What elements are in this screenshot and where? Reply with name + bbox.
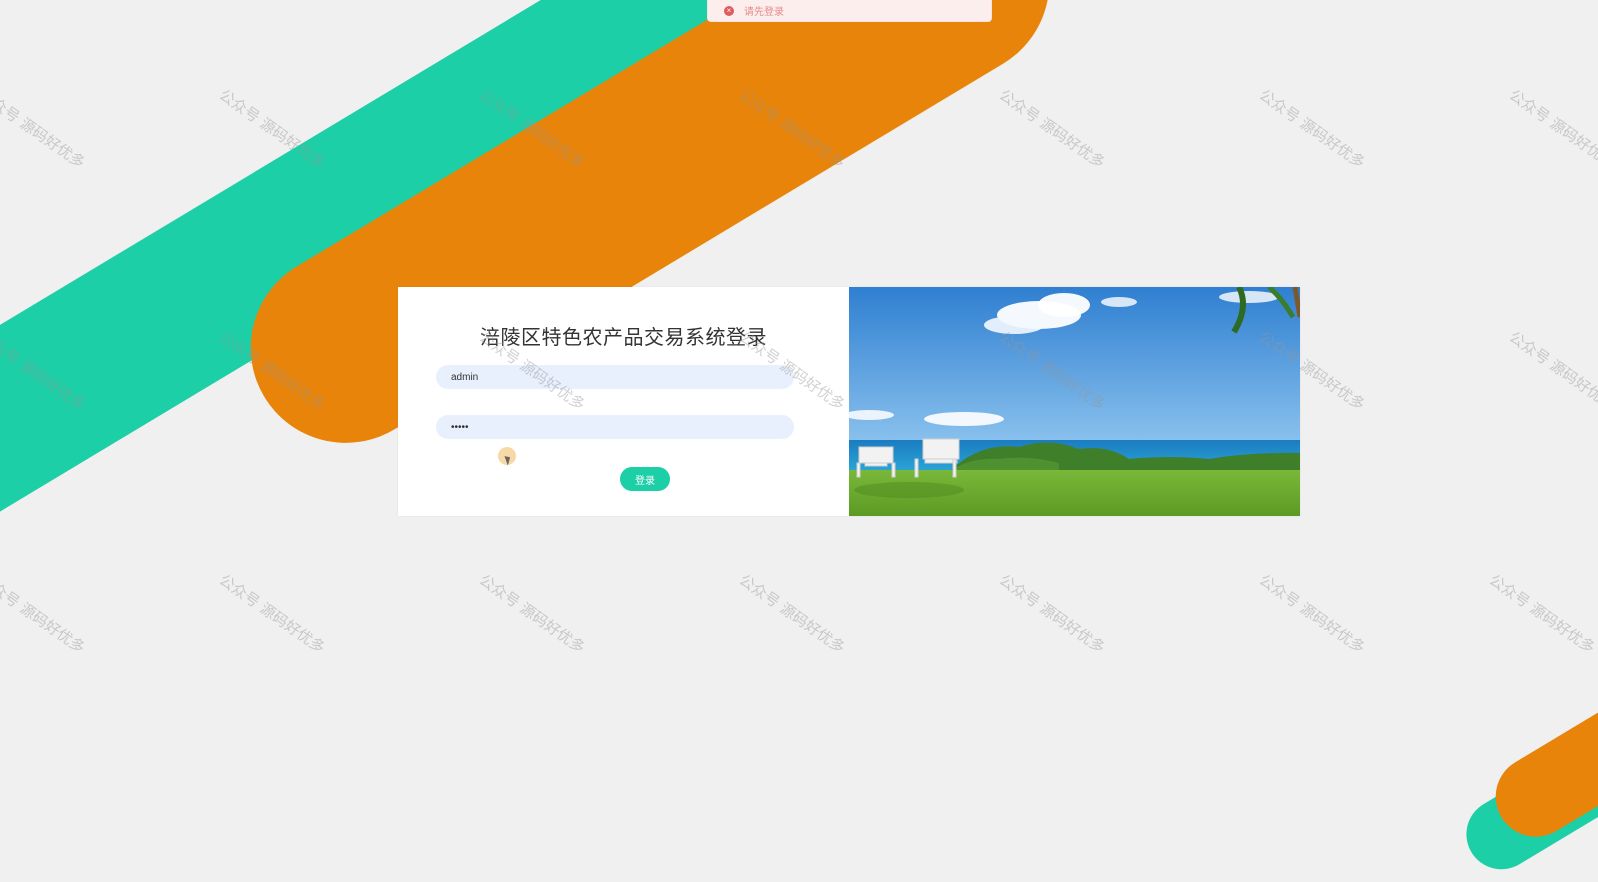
error-circle-icon: ×: [724, 5, 734, 16]
login-title: 涪陵区特色农产品交易系统登录: [480, 327, 767, 349]
watermark-text: 公众号 源码好优多: [735, 570, 849, 658]
watermark-text: 公众号 源码好优多: [0, 85, 89, 173]
watermark-text: 公众号 源码好优多: [1505, 327, 1598, 415]
toast-message: 请先登录: [744, 7, 784, 18]
login-button[interactable]: 登录: [620, 467, 670, 491]
watermark-text: 公众号 源码好优多: [995, 570, 1109, 658]
watermark-text: 公众号 源码好优多: [995, 85, 1109, 173]
watermark-text: 公众号 源码好优多: [1255, 85, 1369, 173]
login-form: 涪陵区特色农产品交易系统登录 登录: [398, 287, 849, 516]
beach-scene-image: [849, 287, 1300, 516]
username-input[interactable]: [436, 365, 794, 389]
watermark-text: 公众号 源码好优多: [1505, 85, 1598, 173]
watermark-text: 公众号 源码好优多: [475, 570, 589, 658]
beach-photo: [849, 287, 1300, 516]
error-toast: × 请先登录: [707, 0, 992, 22]
password-input[interactable]: [436, 415, 794, 439]
watermark-text: 公众号 源码好优多: [0, 570, 89, 658]
login-card: 涪陵区特色农产品交易系统登录 登录: [398, 287, 1300, 516]
watermark-text: 公众号 源码好优多: [215, 570, 329, 658]
watermark-text: 公众号 源码好优多: [1255, 570, 1369, 658]
watermark-text: 公众号 源码好优多: [1485, 570, 1598, 658]
